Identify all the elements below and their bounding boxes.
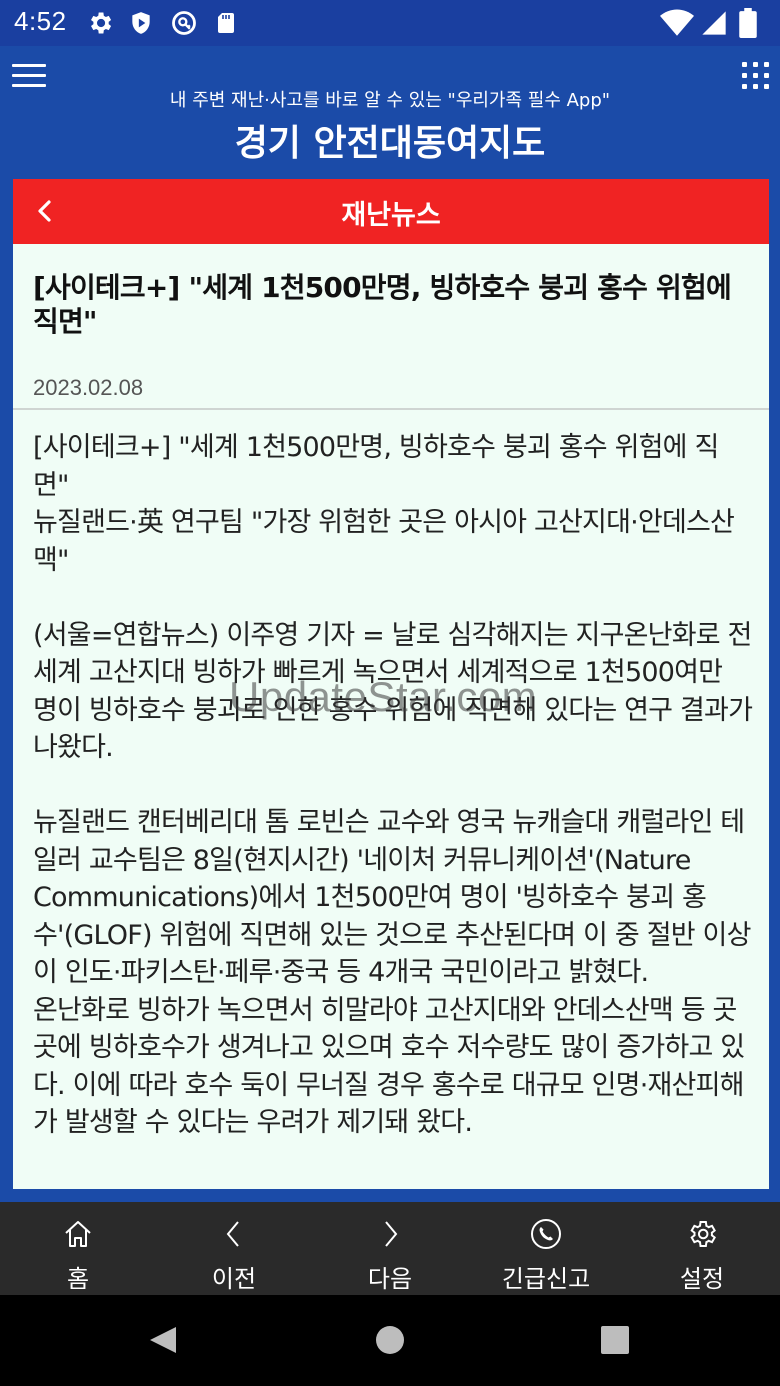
back-icon[interactable] — [148, 1325, 178, 1355]
app-title: 경기 안전대동여지도 — [234, 123, 546, 164]
article-body[interactable]: [사이테크+] "세계 1천500만명, 빙하호수 붕괴 홍수 위험에 직면" … — [33, 429, 753, 1142]
news-content: 재난뉴스 [사이테크+] "세계 1천500만명, 빙하호수 붕괴 홍수 위험에… — [13, 179, 769, 1189]
status-time: 4:52 — [14, 6, 67, 36]
article-paragraph: [사이테크+] "세계 1천500만명, 빙하호수 붕괴 홍수 위험에 직면" — [33, 432, 719, 501]
nav-settings[interactable]: 설정 — [624, 1202, 780, 1295]
bottom-navigation: 홈 이전 다음 긴급신고 설정 — [0, 1202, 780, 1295]
article-paragraph — [33, 579, 753, 617]
battery-icon — [739, 8, 757, 38]
chevron-left-icon — [226, 1221, 239, 1247]
article-date: 2023.02.08 — [33, 375, 144, 400]
nav-label: 긴급신고 — [501, 1265, 591, 1293]
article-paragraph: 뉴질랜드 캔터베리대 톰 로빈슨 교수와 영국 뉴캐슬대 캐럴라인 테일러 교수… — [33, 807, 751, 988]
home-circle-icon[interactable] — [375, 1325, 405, 1355]
signal-icon — [702, 11, 726, 35]
section-title: 재난뉴스 — [341, 200, 441, 231]
sd-card-icon — [218, 13, 234, 33]
section-header: 재난뉴스 — [13, 179, 769, 244]
app-header: 내 주변 재난·사고를 바로 알 수 있는 "우리가족 필수 App" 경기 안… — [0, 46, 780, 178]
home-icon — [65, 1221, 91, 1247]
nav-emergency-call[interactable]: 긴급신고 — [468, 1202, 624, 1295]
watermark: UpdateStar.com — [229, 673, 538, 720]
nav-home[interactable]: 홈 — [0, 1202, 156, 1295]
nav-label: 이전 — [211, 1265, 257, 1293]
header-tagline: 내 주변 재난·사고를 바로 알 수 있는 "우리가족 필수 App" — [169, 90, 611, 111]
nav-label: 홈 — [66, 1265, 90, 1293]
article-paragraph: 온난화로 빙하가 녹으면서 히말라야 고산지대와 안데스산맥 등 곳곳에 빙하호… — [33, 994, 745, 1139]
nav-next[interactable]: 다음 — [312, 1202, 468, 1295]
vpn-key-icon — [172, 11, 196, 35]
recents-icon[interactable] — [600, 1325, 630, 1355]
nav-label: 다음 — [367, 1265, 413, 1293]
gear-icon — [690, 1221, 716, 1247]
gear-icon — [91, 12, 112, 34]
nav-previous[interactable]: 이전 — [156, 1202, 312, 1295]
article-paragraph — [33, 767, 753, 805]
wifi-icon — [660, 9, 694, 36]
shield-play-icon — [132, 12, 150, 34]
divider — [13, 408, 769, 410]
status-bar: 4:52 — [0, 0, 780, 46]
chevron-right-icon — [385, 1221, 398, 1247]
system-nav-bar — [0, 1295, 780, 1386]
nav-label: 설정 — [679, 1265, 725, 1293]
phone-icon — [531, 1219, 561, 1249]
article-paragraph: 뉴질랜드·英 연구팀 "가장 위험한 곳은 아시아 고산지대·안데스산맥" — [33, 507, 735, 576]
article-headline: [사이테크+] "세계 1천500만명, 빙하호수 붕괴 홍수 위험에 직면" — [33, 271, 732, 338]
